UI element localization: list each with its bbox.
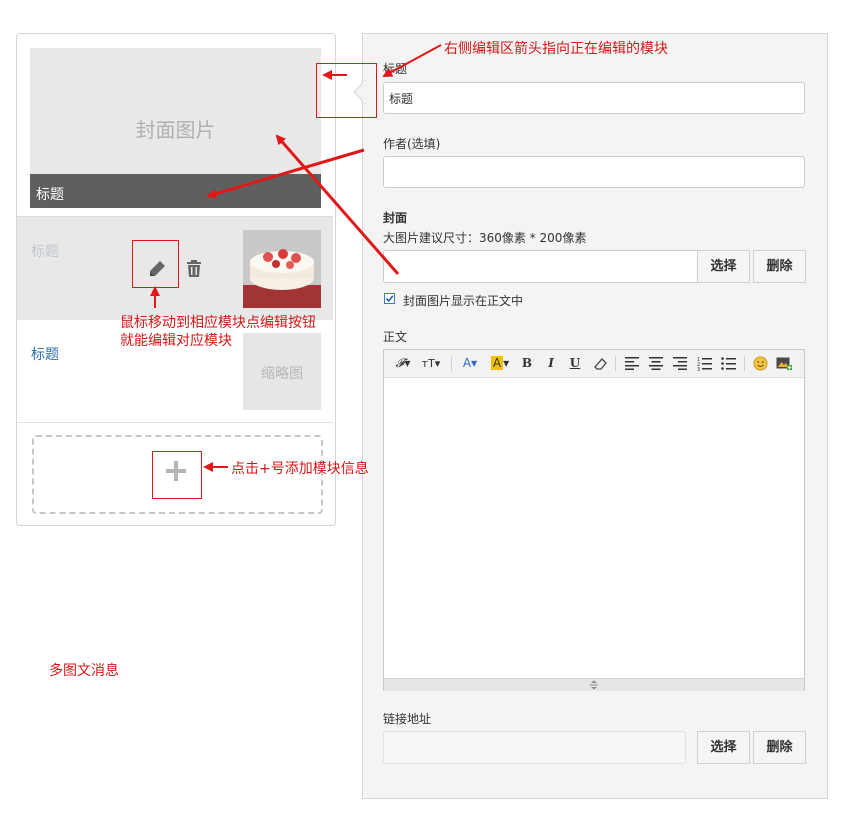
show-cover-label: 封面图片显示在正文中: [403, 294, 524, 308]
font-family-icon[interactable]: 𝓕▾: [394, 356, 412, 371]
link-label: 链接地址: [383, 712, 432, 726]
checkmark-icon: [385, 295, 394, 303]
rich-text-editor[interactable]: 𝓕▾ ᴛT▾ A▾ A ▾ B I U 1 2 3: [383, 349, 805, 691]
cover-placeholder: 封面图片: [135, 118, 216, 142]
align-right-icon[interactable]: [673, 357, 687, 370]
caption-multi-article: 多图文消息: [49, 663, 119, 679]
author-label: 作者(选填): [383, 137, 441, 151]
thumbnail-placeholder: 缩略图: [243, 333, 321, 410]
italic-icon[interactable]: I: [544, 356, 558, 371]
pointer-highlight-frame: [316, 63, 377, 118]
author-input[interactable]: [383, 156, 805, 188]
font-color-icon[interactable]: A▾: [460, 356, 480, 371]
trash-icon[interactable]: [185, 260, 203, 278]
unordered-list-icon[interactable]: [721, 356, 736, 371]
title-input[interactable]: [383, 82, 805, 114]
show-cover-checkbox[interactable]: [384, 293, 395, 304]
body-label: 正文: [383, 330, 408, 344]
toolbar-divider: [615, 356, 616, 371]
highlight-icon[interactable]: A ▾: [488, 356, 512, 371]
link-select-button[interactable]: 选择: [697, 731, 750, 764]
title-label: 标题: [383, 62, 408, 76]
align-center-icon[interactable]: [649, 357, 663, 370]
annotation-edit-note-line1: 鼠标移动到相应模块点编辑按钮: [120, 315, 316, 331]
underline-icon[interactable]: U: [568, 356, 582, 371]
cover-delete-button[interactable]: 删除: [753, 250, 806, 283]
resize-grip-icon: [590, 680, 598, 690]
bold-icon[interactable]: B: [520, 356, 534, 371]
annotation-edit-note-line2: 就能编辑对应模块: [120, 333, 232, 349]
cake-thumbnail: [243, 230, 321, 308]
image-icon[interactable]: [776, 356, 792, 371]
add-highlight-frame: [152, 451, 202, 499]
editor-toolbar: 𝓕▾ ᴛT▾ A▾ A ▾ B I U 1 2 3: [384, 350, 804, 378]
cover-select-button[interactable]: 选择: [697, 250, 750, 283]
cover-size-hint: 大图片建议尺寸：360像素 * 200像素: [383, 231, 587, 245]
ordered-list-icon[interactable]: 1 2 3: [697, 356, 712, 371]
cover-title: 标题: [36, 187, 64, 203]
cover-module[interactable]: 封面图片 标题: [30, 48, 321, 208]
toolbar-divider: [744, 356, 745, 371]
annotation-add-note: 点击+号添加模块信息: [231, 461, 369, 477]
article-item-title: 标题: [31, 347, 59, 363]
cover-title-bar: 标题: [30, 174, 321, 208]
link-delete-button[interactable]: 删除: [753, 731, 806, 764]
cover-path-field[interactable]: [383, 250, 699, 283]
link-input[interactable]: [383, 731, 686, 764]
article-item-title: 标题: [31, 244, 59, 260]
eraser-icon[interactable]: [592, 356, 608, 371]
cover-label: 封面: [383, 211, 408, 225]
emoji-icon[interactable]: [753, 356, 768, 371]
toolbar-divider: [451, 356, 452, 371]
editor-resize-handle[interactable]: [384, 678, 804, 691]
annotation-arrow-note: 右侧编辑区箭头指向正在编辑的模块: [444, 41, 668, 57]
edit-highlight-frame: [132, 240, 179, 288]
svg-text:3: 3: [697, 367, 700, 371]
font-size-icon[interactable]: ᴛT▾: [420, 356, 442, 371]
align-left-icon[interactable]: [625, 357, 639, 370]
thumbnail-placeholder-text: 缩略图: [261, 366, 303, 382]
